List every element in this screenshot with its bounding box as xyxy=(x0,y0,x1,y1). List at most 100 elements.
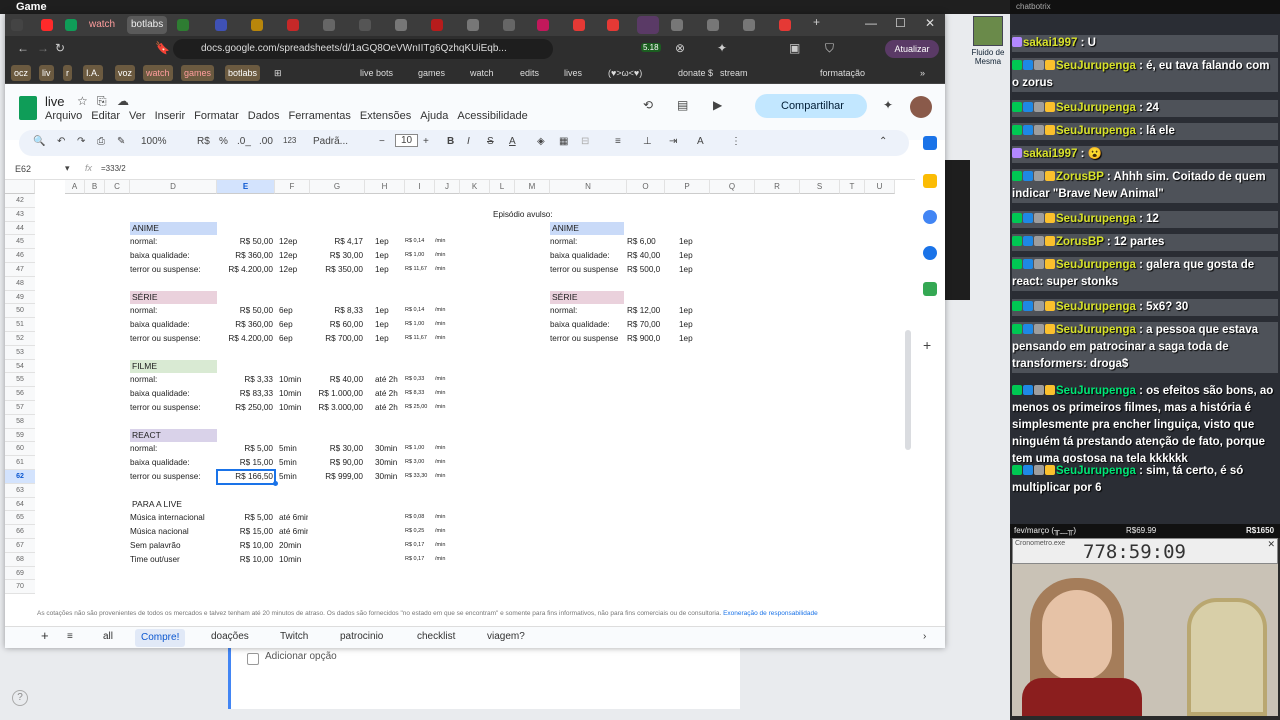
cell-f65[interactable]: até 6min xyxy=(275,511,308,525)
undo-icon[interactable]: ↶ xyxy=(57,136,65,147)
sheet-tab-doacoes[interactable]: doações xyxy=(211,631,249,642)
calendar-icon[interactable] xyxy=(923,136,937,150)
active-tab[interactable] xyxy=(637,16,659,34)
cell-p47[interactable]: 1ep xyxy=(665,263,708,277)
more-tools-icon[interactable]: ⋮ xyxy=(731,136,741,147)
font-size-increase-icon[interactable]: + xyxy=(423,136,429,147)
print-icon[interactable]: ⎙ xyxy=(97,136,105,147)
cell-i47[interactable]: R$ 11,67 xyxy=(405,263,433,277)
select-all-corner[interactable] xyxy=(5,180,35,194)
meet-icon[interactable]: ▶ xyxy=(713,98,727,112)
menu-formatar[interactable]: Formatar xyxy=(194,110,239,122)
desktop-shortcut[interactable]: Fluido de Mesma xyxy=(968,14,1008,70)
row-header-61[interactable]: 61 xyxy=(5,456,35,470)
bookmark-botlabs[interactable]: botlabs xyxy=(225,65,261,81)
column-header-s[interactable]: S xyxy=(800,180,840,194)
bookmark-watch-folder[interactable]: watch xyxy=(467,65,497,81)
cell-i67[interactable]: R$ 0,17 xyxy=(405,539,433,553)
cell-g55[interactable]: R$ 40,00 xyxy=(310,373,363,387)
cell-g47[interactable]: R$ 350,00 xyxy=(310,263,363,277)
cell-d51[interactable]: baixa qualidade: xyxy=(130,318,215,332)
cell-o51[interactable]: R$ 70,00 xyxy=(627,318,663,332)
cell-i45[interactable]: R$ 0,14 xyxy=(405,235,433,249)
section-header[interactable]: SÉRIE xyxy=(550,290,624,305)
cell-p45[interactable]: 1ep xyxy=(665,235,708,249)
column-header-a[interactable]: A xyxy=(65,180,85,194)
help-icon[interactable]: ? xyxy=(12,690,28,706)
cell-h52[interactable]: 1ep xyxy=(365,332,403,346)
keep-icon[interactable] xyxy=(923,174,937,188)
column-header-t[interactable]: T xyxy=(840,180,865,194)
tab-icon[interactable] xyxy=(707,19,719,31)
cell-i62[interactable]: R$ 33,30 xyxy=(405,470,433,484)
cell-j45[interactable]: /min xyxy=(435,235,458,249)
cell-g52[interactable]: R$ 700,00 xyxy=(310,332,363,346)
option-checkbox[interactable] xyxy=(247,653,259,665)
cell-j56[interactable]: /min xyxy=(435,387,458,401)
cell-f66[interactable]: até 6min xyxy=(275,525,308,539)
cell-i51[interactable]: R$ 1,00 xyxy=(405,318,433,332)
cell-d55[interactable]: normal: xyxy=(130,373,215,387)
update-button[interactable]: Atualizar xyxy=(885,40,939,58)
menu-extensoes[interactable]: Extensões xyxy=(360,110,411,122)
menu-dados[interactable]: Dados xyxy=(248,110,280,122)
tab-icon[interactable] xyxy=(779,19,791,31)
cell-j57[interactable]: /min xyxy=(435,401,458,415)
section-header[interactable]: ANIME xyxy=(550,221,624,236)
reload-icon[interactable]: ↻ xyxy=(55,41,65,55)
menu-ajuda[interactable]: Ajuda xyxy=(420,110,448,122)
cell-n52[interactable]: terror ou suspense xyxy=(550,332,625,346)
row-header-70[interactable]: 70 xyxy=(5,580,35,595)
font-size-input[interactable]: 10 xyxy=(395,134,419,147)
redo-icon[interactable]: ↷ xyxy=(77,136,85,147)
decrease-decimal[interactable]: .0_ xyxy=(237,136,251,147)
cell-n47[interactable]: terror ou suspense xyxy=(550,263,625,277)
cell-g56[interactable]: R$ 1.000,00 xyxy=(310,387,363,401)
tab-icon[interactable] xyxy=(537,19,549,31)
contacts-icon[interactable] xyxy=(923,246,937,260)
sheet-tab-compre[interactable]: Compre! xyxy=(135,629,186,647)
cell-n50[interactable]: normal: xyxy=(550,304,625,318)
cell-j50[interactable]: /min xyxy=(435,304,458,318)
chat-username[interactable]: SeuJurupenga xyxy=(1056,385,1136,397)
currency-format[interactable]: R$ xyxy=(197,136,210,147)
chat-username[interactable]: SeuJurupenga xyxy=(1056,301,1136,313)
cell-d52[interactable]: terror ou suspense: xyxy=(130,332,215,346)
disclaimer-link[interactable]: Exoneração de responsabilidade xyxy=(723,610,818,617)
column-header-b[interactable]: B xyxy=(85,180,105,194)
cell-d60[interactable]: normal: xyxy=(130,442,215,456)
column-header-p[interactable]: P xyxy=(665,180,710,194)
cell-l43[interactable]: Episódio avulso: xyxy=(493,208,553,222)
collapse-toolbar-icon[interactable]: ⌃ xyxy=(879,136,887,147)
sheet-tab-checklist[interactable]: checklist xyxy=(417,631,455,642)
row-header-43[interactable]: 43 xyxy=(5,207,35,222)
bookmark-voz[interactable]: voz xyxy=(115,65,136,81)
column-header-d[interactable]: D xyxy=(130,180,217,194)
column-header-r[interactable]: R xyxy=(755,180,800,194)
cell-i57[interactable]: R$ 25,00 xyxy=(405,401,433,415)
row-header-56[interactable]: 56 xyxy=(5,387,35,401)
section-header[interactable]: PARA A LIVE xyxy=(130,497,217,512)
cell-o52[interactable]: R$ 900,0 xyxy=(627,332,663,346)
column-header-e[interactable]: E xyxy=(217,180,275,194)
tab-icon[interactable] xyxy=(395,19,407,31)
rotate-icon[interactable]: A xyxy=(697,136,704,147)
cell-e68[interactable]: R$ 10,00 xyxy=(217,553,273,567)
cell-e60[interactable]: R$ 5,00 xyxy=(217,442,273,456)
bookmark-stream[interactable]: stream xyxy=(717,65,751,81)
cell-j65[interactable]: /min xyxy=(435,511,458,525)
cell-h50[interactable]: 1ep xyxy=(365,304,403,318)
column-header-j[interactable]: J xyxy=(435,180,460,194)
column-header-o[interactable]: O xyxy=(627,180,665,194)
youtube-tab-icon[interactable] xyxy=(41,19,53,31)
cell-f52[interactable]: 6ep xyxy=(275,332,308,346)
cell-p46[interactable]: 1ep xyxy=(665,249,708,263)
row-header-68[interactable]: 68 xyxy=(5,552,35,567)
cell-p50[interactable]: 1ep xyxy=(665,304,708,318)
cell-h46[interactable]: 1ep xyxy=(365,249,403,263)
borders-icon[interactable]: ▦ xyxy=(559,136,568,147)
column-header-u[interactable]: U xyxy=(865,180,895,194)
cell-f56[interactable]: 10min xyxy=(275,387,308,401)
cell-i55[interactable]: R$ 0,33 xyxy=(405,373,433,387)
cell-f61[interactable]: 5min xyxy=(275,456,308,470)
